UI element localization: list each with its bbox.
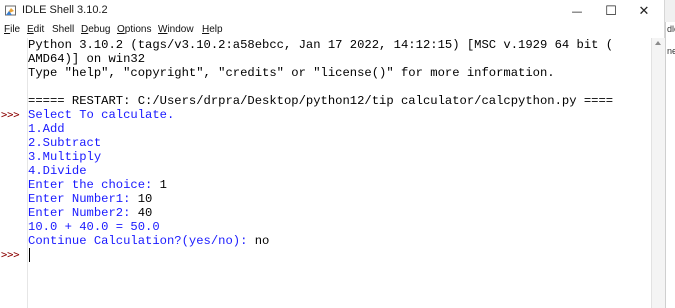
- input-line: Enter Number2: 40: [28, 206, 152, 220]
- stdout-line: 10.0 + 40.0 = 50.0: [28, 220, 160, 234]
- shell-text-area[interactable]: Python 3.10.2 (tags/v3.10.2:a58ebcc, Jan…: [28, 38, 650, 308]
- input-line: Continue Calculation?(yes/no): no: [28, 234, 269, 248]
- input-line: Enter Number1: 10: [28, 192, 152, 206]
- user-input-text: 40: [137, 206, 153, 220]
- user-input-text: 10: [137, 192, 153, 206]
- restart-line: ===== RESTART: C:/Users/drpra/Desktop/py…: [28, 94, 614, 108]
- menu-edit[interactable]: Edit: [27, 24, 44, 35]
- shell-prompt: >>>: [1, 109, 20, 121]
- menu-file[interactable]: File: [4, 24, 20, 35]
- scroll-up-arrow-icon[interactable]: [655, 41, 661, 45]
- menu-debug[interactable]: Debug: [81, 24, 110, 35]
- user-input-text: 1: [159, 178, 167, 192]
- close-button[interactable]: ✕: [624, 0, 664, 22]
- menu-shell[interactable]: Shell: [52, 24, 74, 35]
- shell-prompt: >>>: [1, 249, 20, 261]
- menu-options[interactable]: Options: [117, 24, 151, 35]
- menu-window[interactable]: Window: [158, 24, 194, 35]
- input-line: Enter the choice: 1: [28, 178, 167, 192]
- background-window-text: dle: [667, 24, 675, 34]
- stdout-line: 3.Multiply: [28, 150, 102, 164]
- maximize-icon: ☐: [605, 3, 617, 19]
- window-title: IDLE Shell 3.10.2: [22, 4, 108, 16]
- input-prompt-text: Enter Number2:: [28, 206, 138, 220]
- input-prompt-text: Enter the choice:: [28, 178, 160, 192]
- close-icon: ✕: [638, 3, 650, 19]
- stdout-line: Select To calculate.: [28, 108, 175, 122]
- background-window-text: ne: [667, 46, 675, 56]
- banner-line: Type "help", "copyright", "credits" or "…: [28, 66, 555, 80]
- user-input-text: no: [254, 234, 270, 248]
- input-prompt-text: Enter Number1:: [28, 192, 138, 206]
- input-prompt-text: Continue Calculation?(yes/no):: [28, 234, 255, 248]
- banner-line: AMD64)] on win32: [28, 52, 146, 66]
- idle-shell-window: IDLE Shell 3.10.2 — ☐ ✕ File Edit Shell …: [0, 0, 665, 308]
- menu-help[interactable]: Help: [202, 24, 223, 35]
- text-cursor: [29, 248, 30, 262]
- minimize-icon: —: [571, 4, 583, 18]
- stdout-line: 1.Add: [28, 122, 65, 136]
- vertical-scrollbar[interactable]: [651, 38, 665, 308]
- idle-app-icon: [5, 5, 16, 16]
- stdout-line: 4.Divide: [28, 164, 87, 178]
- prompt-gutter: >>> >>>: [0, 38, 28, 308]
- title-bar[interactable]: IDLE Shell 3.10.2 — ☐ ✕: [0, 0, 664, 22]
- menu-bar: File Edit Shell Debug Options Window Hel…: [0, 22, 664, 38]
- stdout-line: 2.Subtract: [28, 136, 102, 150]
- banner-line: Python 3.10.2 (tags/v3.10.2:a58ebcc, Jan…: [28, 38, 614, 52]
- background-window-edge[interactable]: dle ne: [665, 22, 675, 308]
